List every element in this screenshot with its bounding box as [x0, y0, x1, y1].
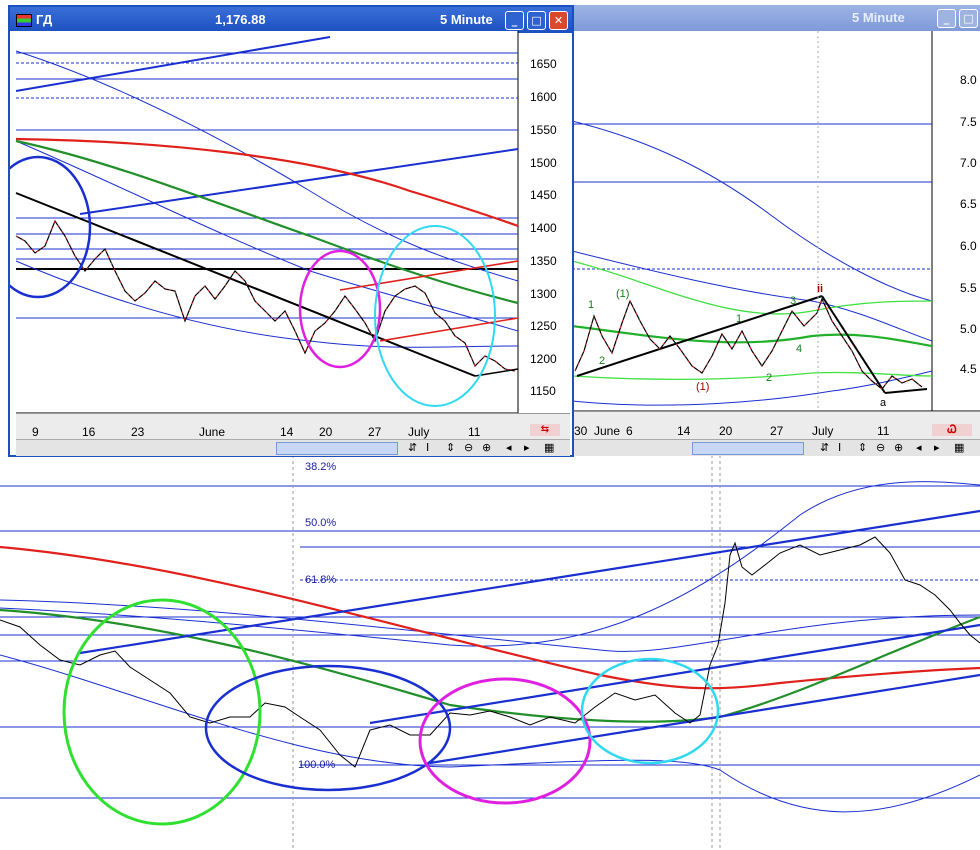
symbol-title: ГД: [36, 12, 53, 27]
left-chart-plot: [10, 31, 519, 413]
right-y-tick: 6.0: [960, 239, 977, 253]
fib-label-500: 50.0%: [305, 517, 337, 529]
zoom-in-icon[interactable]: ⊕: [482, 441, 491, 454]
right-x-tick: July: [812, 424, 834, 438]
scroll-thumb[interactable]: [276, 442, 398, 455]
wave-label: (1): [616, 288, 630, 300]
left-y-tick: 1250: [530, 319, 557, 333]
left-y-tick: 1450: [530, 188, 557, 202]
wave-label: 2: [766, 372, 773, 384]
right-x-tick: June: [594, 424, 621, 438]
grid-icon[interactable]: ▦: [544, 441, 554, 454]
bottom-envelope-upper: [0, 481, 980, 647]
bottom-ma-green: [0, 608, 980, 723]
wave-label: 1: [736, 313, 743, 325]
zoom-out-icon[interactable]: ⊖: [876, 441, 885, 454]
right-y-tick: 7.0: [960, 156, 977, 170]
scroll-thumb[interactable]: [692, 442, 804, 455]
fib-label-618: 61.8%: [305, 574, 337, 586]
left-horizontal-scrollbar[interactable]: ⇵ I ⇕ ⊖ ⊕ ◂ ▸ ▦: [16, 439, 570, 456]
right-x-tick: 11: [877, 424, 890, 438]
toolbar-button[interactable]: I: [838, 441, 841, 454]
right-y-tick: 8.0: [960, 73, 977, 87]
left-x-tick: 14: [280, 425, 294, 439]
bottom-ma-upper: [0, 599, 980, 652]
last-price: 1,176.88: [215, 12, 266, 27]
left-y-tick: 1550: [530, 123, 557, 137]
fib-label-1000: 100.0%: [298, 759, 336, 771]
left-window-interval: 5 Minute: [440, 12, 493, 27]
bottom-circle-cyan: [580, 657, 720, 765]
right-y-tick: 7.5: [960, 115, 977, 129]
toolbar-button[interactable]: ⇕: [858, 441, 867, 454]
left-x-tick: 11: [468, 425, 481, 439]
wave-label: 3: [790, 295, 797, 307]
scroll-left-icon[interactable]: ◂: [916, 441, 922, 454]
minimize-icon[interactable]: _: [505, 11, 524, 30]
grid-icon[interactable]: ▦: [954, 441, 964, 454]
scroll-left-icon[interactable]: ◂: [506, 441, 512, 454]
right-chart-plot: [572, 31, 980, 411]
wave-label: ii: [817, 283, 824, 295]
right-x-tick: 6: [626, 424, 633, 438]
right-x-tick: 20: [719, 424, 733, 438]
maximize-icon[interactable]: □: [527, 11, 546, 30]
right-window-interval: 5 Minute: [852, 10, 905, 25]
left-y-tick: 1200: [530, 352, 557, 366]
right-y-tick: 4.5: [960, 362, 977, 376]
wave-label: a: [880, 397, 887, 409]
scroll-right-icon[interactable]: ▸: [934, 441, 940, 454]
zoom-in-icon[interactable]: ⊕: [894, 441, 903, 454]
right-x-tick: 14: [677, 424, 691, 438]
left-window-titlebar[interactable]: ГД 1,176.88 5 Minute _ □ ✕: [10, 7, 572, 33]
left-x-tick: 23: [131, 425, 145, 439]
wave-label: (1): [696, 381, 710, 393]
left-x-tick: 9: [32, 425, 39, 439]
left-y-tick: 1350: [530, 254, 557, 268]
toolbar-button[interactable]: ⇵: [408, 441, 417, 454]
maximize-icon[interactable]: □: [959, 9, 978, 28]
scroll-right-icon[interactable]: ▸: [524, 441, 530, 454]
left-chart-window[interactable]: ГД 1,176.88 5 Minute _ □ ✕ 1650 1600 155…: [8, 5, 574, 457]
right-chart-window[interactable]: 5 Minute _ □ 8.0 7.5 7.0 6.5 6.0 5.5 5.0…: [572, 5, 980, 456]
zoom-out-icon[interactable]: ⊖: [464, 441, 473, 454]
right-x-tick: 27: [770, 424, 784, 438]
bottom-chart: [0, 455, 980, 850]
left-y-tick: 1300: [530, 287, 557, 301]
right-y-tick: 5.0: [960, 322, 977, 336]
wave-label: 4: [796, 343, 803, 355]
toolbar-button[interactable]: ⇕: [446, 441, 455, 454]
toolbar-button[interactable]: I: [426, 441, 429, 454]
toolbar-button[interactable]: ⇵: [820, 441, 829, 454]
left-y-tick: 1500: [530, 156, 557, 170]
bottom-circle-green: [62, 598, 262, 826]
wave-label: 2: [599, 355, 606, 367]
reset-scale-icon[interactable]: Ꮗ: [932, 424, 972, 436]
minimize-icon[interactable]: _: [937, 9, 956, 28]
left-x-tick: July: [408, 425, 430, 439]
right-y-tick: 6.5: [960, 197, 977, 211]
left-x-tick: June: [199, 425, 226, 439]
left-y-tick: 1600: [530, 90, 557, 104]
bottom-price-line: [0, 536, 980, 768]
bottom-horizontal-lines: [0, 455, 980, 850]
close-icon[interactable]: ✕: [549, 11, 568, 30]
app-chart-icon: [16, 14, 32, 27]
left-x-tick: 16: [82, 425, 96, 439]
bottom-circle-blue: [204, 664, 452, 792]
left-y-tick: 1400: [530, 221, 557, 235]
right-x-tick: 30: [574, 424, 588, 438]
fib-label-382: 38.2%: [305, 461, 337, 473]
right-y-tick: 5.5: [960, 281, 977, 295]
left-x-tick: 27: [368, 425, 382, 439]
wave-label: 1: [588, 299, 595, 311]
reset-scale-icon[interactable]: ⇆: [530, 424, 560, 436]
left-x-tick: 20: [319, 425, 333, 439]
left-y-tick: 1150: [530, 384, 556, 398]
right-window-titlebar[interactable]: 5 Minute _ □: [572, 5, 980, 31]
left-y-tick: 1650: [530, 57, 557, 71]
right-horizontal-scrollbar[interactable]: ⇵ I ⇕ ⊖ ⊕ ◂ ▸ ▦: [572, 439, 980, 456]
